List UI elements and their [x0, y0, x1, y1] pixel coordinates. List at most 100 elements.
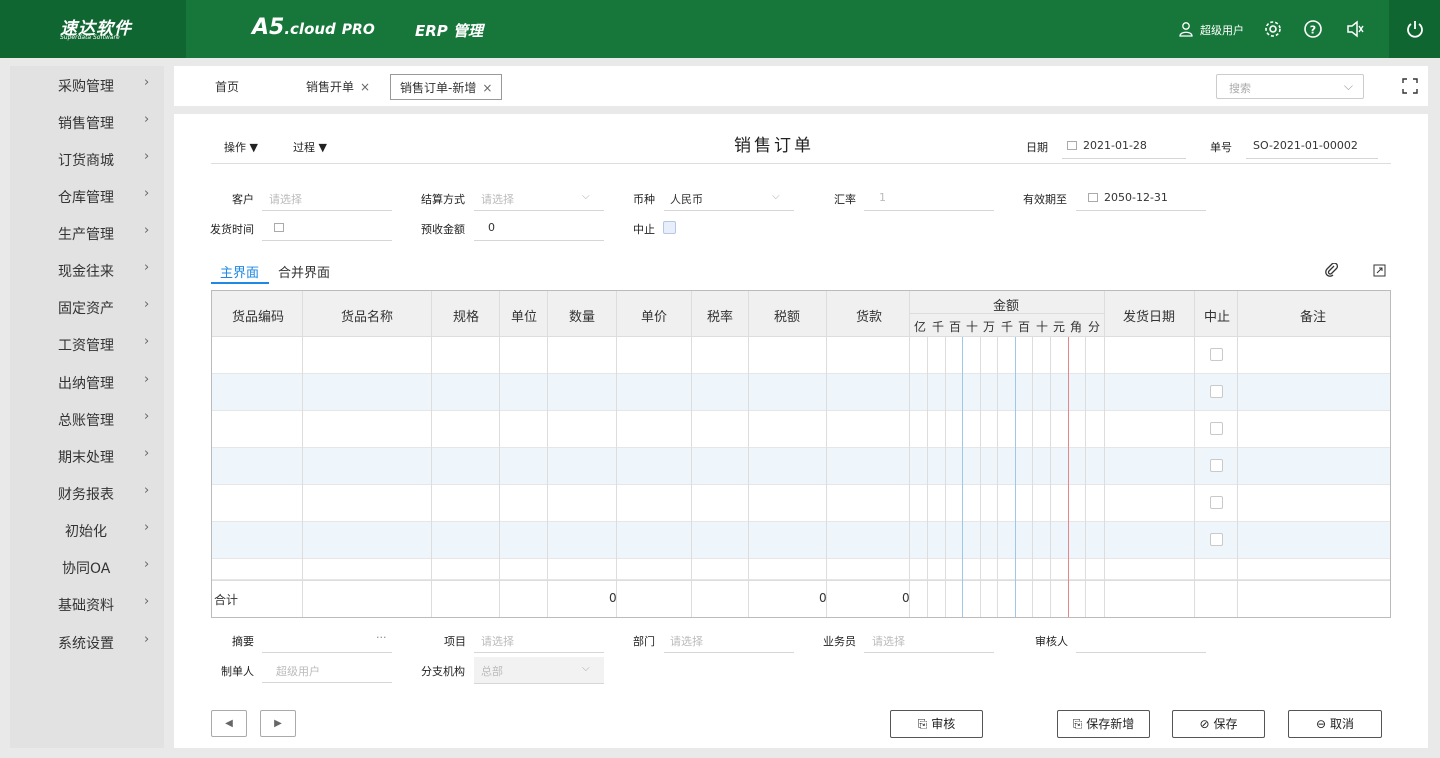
valid-until-field[interactable]: 2050-12-31: [1104, 191, 1168, 204]
sidebar-item-label: 订货商城: [58, 153, 114, 169]
column-header: 单价: [641, 310, 668, 325]
sidebar-item-cashier[interactable]: 出纳管理 ›: [10, 368, 164, 398]
tab-label: 销售开单: [306, 80, 355, 94]
row-stop-checkbox[interactable]: [1210, 422, 1223, 435]
column-divider: [431, 291, 432, 617]
logo[interactable]: 速达软件 Superdata Software: [0, 0, 186, 58]
row-stop-checkbox[interactable]: [1210, 496, 1223, 509]
sidebar-item-period-end[interactable]: 期末处理 ›: [10, 442, 164, 472]
settle-select[interactable]: 请选择: [481, 191, 514, 207]
save-button[interactable]: ⊘ 保存: [1172, 710, 1265, 738]
sidebar-item-ledger[interactable]: 总账管理 ›: [10, 405, 164, 435]
auditor-label: 审核人: [1035, 635, 1068, 648]
digit-divider: [927, 337, 928, 617]
tab-home[interactable]: 首页: [215, 74, 239, 100]
process-menu[interactable]: 过程 ▼: [293, 139, 327, 155]
tab-main-view[interactable]: 主界面: [220, 262, 259, 281]
stop-checkbox[interactable]: [663, 221, 676, 234]
tab-sales-order-new[interactable]: 销售订单-新增 ×: [390, 74, 503, 100]
attachment-icon[interactable]: [1325, 263, 1339, 277]
logo-subtext: Superdata Software: [60, 34, 120, 41]
sidebar-item-cash[interactable]: 现金往来 ›: [10, 256, 164, 286]
prepay-field[interactable]: 0: [488, 221, 495, 234]
calendar-icon[interactable]: [1088, 193, 1098, 202]
settings-gear-icon[interactable]: [1263, 19, 1283, 39]
speaker-mute-icon[interactable]: [1345, 19, 1365, 39]
column-header: 金额: [993, 299, 1020, 314]
chevron-right-icon: ›: [144, 149, 150, 164]
branch-label: 分支机构: [421, 665, 465, 678]
document-icon: ⎘: [917, 717, 928, 731]
sidebar-item-settings[interactable]: 系统设置 ›: [10, 628, 164, 658]
tab-merged-view[interactable]: 合并界面: [278, 262, 330, 281]
user-name[interactable]: 超级用户: [1200, 22, 1244, 38]
column-divider: [616, 291, 617, 617]
number-field[interactable]: SO-2021-01-00002: [1253, 139, 1358, 152]
calendar-icon[interactable]: [274, 223, 284, 232]
prev-record-button[interactable]: ◀: [211, 710, 247, 737]
digit-header: 亿: [914, 320, 927, 334]
dept-underline: [664, 652, 794, 653]
dept-field[interactable]: 请选择: [670, 633, 703, 649]
customer-field[interactable]: 请选择: [269, 191, 302, 207]
column-header: 发货日期: [1123, 310, 1176, 325]
salesman-field[interactable]: 请选择: [872, 633, 905, 649]
digit-header: 千: [932, 320, 945, 334]
chevron-right-icon: ›: [144, 594, 150, 609]
sidebar-item-purchase[interactable]: 采购管理 ›: [10, 71, 164, 101]
rate-field[interactable]: 1: [879, 191, 886, 204]
app-header: 速达软件 Superdata Software A5.cloud PRO ERP …: [0, 0, 1440, 58]
sidebar-item-mall[interactable]: 订货商城 ›: [10, 145, 164, 175]
digit-divider: [980, 337, 981, 617]
operate-menu[interactable]: 操作 ▼: [224, 139, 258, 155]
logout-button[interactable]: [1389, 0, 1440, 58]
number-underline: [1246, 158, 1378, 159]
digit-header: 十: [966, 320, 979, 334]
sidebar-item-basic-data[interactable]: 基础资料 ›: [10, 590, 164, 620]
search-select[interactable]: 搜索 ⌵: [1216, 74, 1364, 99]
next-record-button[interactable]: ▶: [260, 710, 296, 737]
settle-label: 结算方式: [421, 193, 465, 206]
help-icon[interactable]: ?: [1303, 19, 1323, 39]
fullscreen-icon[interactable]: [1402, 78, 1418, 94]
close-icon[interactable]: ×: [482, 81, 492, 95]
chevron-right-icon: ›: [144, 520, 150, 535]
row-stop-checkbox[interactable]: [1210, 459, 1223, 472]
sidebar-item-reports[interactable]: 财务报表 ›: [10, 479, 164, 509]
audit-button[interactable]: ⎘ 审核: [890, 710, 983, 738]
date-field[interactable]: 2021-01-28: [1083, 139, 1147, 152]
column-header: 单位: [511, 310, 538, 325]
close-icon[interactable]: ×: [360, 80, 370, 94]
sidebar-item-production[interactable]: 生产管理 ›: [10, 219, 164, 249]
sidebar-item-sales[interactable]: 销售管理 ›: [10, 108, 164, 138]
row-stop-checkbox[interactable]: [1210, 533, 1223, 546]
button-label: 保存: [1213, 717, 1238, 731]
chevron-right-icon: ›: [144, 75, 150, 90]
calendar-icon[interactable]: [1067, 141, 1077, 150]
branch-select[interactable]: 总部 ⌵: [474, 657, 604, 684]
customer-underline: [262, 210, 392, 211]
sidebar-item-oa[interactable]: 协同OA ›: [10, 553, 164, 583]
cancel-button[interactable]: ⊖ 取消: [1288, 710, 1382, 738]
column-divider: [547, 291, 548, 617]
maker-label: 制单人: [221, 665, 254, 678]
row-stop-checkbox[interactable]: [1210, 385, 1223, 398]
sidebar-item-warehouse[interactable]: 仓库管理 ›: [10, 182, 164, 212]
save-new-button[interactable]: ⎘ 保存新增: [1057, 710, 1150, 738]
sidebar-item-init[interactable]: 初始化 ›: [10, 516, 164, 546]
expand-icon[interactable]: [1373, 264, 1386, 277]
row-stop-checkbox[interactable]: [1210, 348, 1223, 361]
chevron-right-icon: ›: [144, 409, 150, 424]
maker-underline: [262, 682, 392, 683]
sidebar-item-payroll[interactable]: 工资管理 ›: [10, 330, 164, 360]
currency-select[interactable]: 人民币: [670, 191, 703, 207]
product-brand: A5.cloud PRO: [252, 15, 375, 40]
project-field[interactable]: 请选择: [481, 633, 514, 649]
column-divider: [826, 291, 827, 617]
sidebar-item-assets[interactable]: 固定资产 ›: [10, 293, 164, 323]
dept-label: 部门: [633, 635, 655, 648]
user-icon[interactable]: [1178, 21, 1194, 37]
more-icon[interactable]: ···: [376, 631, 387, 644]
order-lines-table: 货品编码 货品名称 规格 单位 数量 单价 税率 税额 货款 金额 亿 千 百 …: [211, 290, 1391, 618]
tab-sales-invoice[interactable]: 销售开单 ×: [306, 74, 370, 100]
